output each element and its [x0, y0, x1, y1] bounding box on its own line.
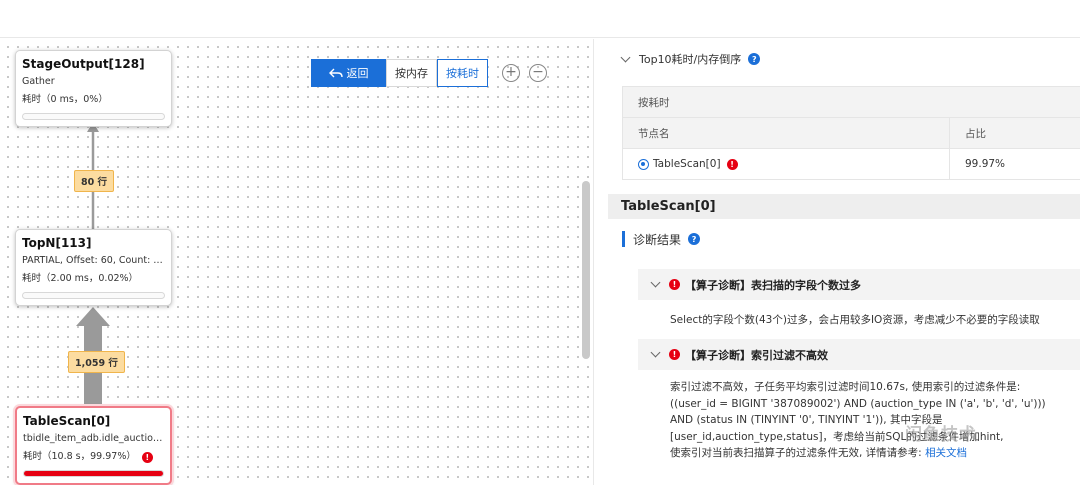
zoom-in-icon[interactable]: + [502, 64, 520, 82]
node-time-text: 耗时（0 ms，0%） [22, 94, 108, 105]
help-icon[interactable]: ? [748, 53, 761, 65]
diagnosis-line: [user_id,auction_type,status]，考虑给当前SQL的过… [670, 430, 1004, 443]
diagnosis-line: AND (status IN (TINYINT '0', TINYINT '1'… [670, 414, 943, 426]
watermark: 闲鱼技术 [905, 425, 977, 445]
diagnosis-item-header[interactable]: ! 【算子诊断】索引过滤不高效 [638, 339, 1080, 370]
diagnosis-title-text: 诊断结果 [633, 232, 682, 247]
diagnosis-line: 索引过滤不高效，子任务平均索引过滤时间10.67s, 使用索引的过滤条件是: [670, 381, 1021, 393]
diagnosis-item-text: 索引过滤不高效，子任务平均索引过滤时间10.67s, 使用索引的过滤条件是: (… [670, 379, 1075, 462]
table-cell-node: TableScan[0] ! [623, 149, 950, 179]
diagnosis-line-text: 使索引对当前表扫描算子的过滤条件无效, 详情请参考: [670, 447, 926, 459]
diagnosis-item-header[interactable]: ! 【算子诊断】表扫描的字段个数过多 [638, 269, 1080, 300]
sort-by-time-button[interactable]: 按耗时 [437, 59, 488, 87]
top10-section-header[interactable]: Top10耗时/内存倒序 ? [620, 51, 761, 67]
node-time: 耗时（0 ms，0%） [22, 93, 165, 107]
node-subtitle: tbidle_item_adb.idle_auctions_... [23, 433, 164, 444]
node-title: TableScan[0] [23, 414, 111, 428]
column-header-node: 节点名 [623, 118, 950, 148]
node-progress-bar [23, 470, 164, 477]
related-docs-link[interactable]: 相关文档 [925, 447, 967, 459]
plan-node-tablescan[interactable]: TableScan[0] tbidle_item_adb.idle_auctio… [15, 406, 172, 485]
top-bar [0, 0, 1080, 38]
detail-title: TableScan[0] [608, 194, 1080, 219]
plan-node-topn[interactable]: TopN[113] PARTIAL, Offset: 60, Count: 20… [15, 229, 172, 306]
node-progress-fill [24, 471, 163, 476]
edge-arrow-head-thick [76, 307, 110, 326]
error-icon: ! [669, 279, 680, 290]
chevron-down-icon[interactable] [650, 277, 661, 288]
edge-label-rows: 80 行 [74, 170, 115, 192]
node-time: 耗时（10.8 s，99.97%）! [23, 450, 164, 464]
node-title: TopN[113] [22, 236, 92, 250]
diagnosis-line: ((user_id = BIGINT '387089002') AND (auc… [670, 397, 1046, 410]
table-group-label: 按耗时 [638, 96, 670, 109]
diagnosis-item-title: 【算子诊断】表扫描的字段个数过多 [685, 278, 861, 292]
sort-by-memory-button[interactable]: 按内存 [386, 59, 437, 87]
diagnosis-section-title: 诊断结果 ? [622, 231, 701, 247]
table-header-row: 节点名 占比 [623, 118, 1080, 149]
zoom-out-icon[interactable]: − [529, 64, 547, 82]
help-icon[interactable]: ? [688, 233, 701, 245]
detail-panel: Top10耗时/内存倒序 ? 按耗时 节点名 占比 TableScan[0] !… [593, 39, 1080, 485]
table-cell-ratio: 99.97% [965, 158, 1006, 170]
node-subtitle: Gather [22, 76, 55, 87]
node-time: 耗时（2.00 ms，0.02%） [22, 272, 165, 286]
node-title: StageOutput[128] [22, 57, 145, 71]
error-icon: ! [726, 158, 738, 170]
edge-label-rows: 1,059 行 [68, 351, 125, 373]
back-button-label: 返回 [346, 67, 369, 80]
view-toolbar: 返回 按内存 按耗时 [311, 59, 488, 87]
node-progress-bar [22, 292, 165, 299]
node-progress-bar [22, 113, 165, 120]
node-subtitle: PARTIAL, Offset: 60, Count: 20... [22, 255, 165, 266]
table-group-row: 按耗时 [623, 87, 1080, 118]
canvas-scrollbar[interactable] [582, 181, 590, 359]
table-row[interactable]: TableScan[0] ! 99.97% [623, 149, 1080, 180]
diagnosis-item-title: 【算子诊断】索引过滤不高效 [685, 348, 828, 362]
top10-title: Top10耗时/内存倒序 [639, 53, 742, 66]
plan-canvas[interactable]: StageOutput[128] Gather 耗时（0 ms，0%） 80 行… [0, 39, 593, 485]
node-time-text: 耗时（2.00 ms，0.02%） [22, 273, 139, 284]
diagnosis-item-text: Select的字段个数(43个)过多，会占用较多IO资源，考虑减少不必要的字段读… [670, 314, 1040, 326]
plan-node-stageoutput[interactable]: StageOutput[128] Gather 耗时（0 ms，0%） [15, 50, 172, 127]
node-name-link[interactable]: TableScan[0] [653, 158, 721, 170]
back-arrow-icon [328, 68, 343, 77]
node-time-text: 耗时（10.8 s，99.97%） [23, 451, 136, 462]
node-icon [638, 158, 649, 170]
chevron-down-icon[interactable] [620, 52, 631, 62]
error-icon[interactable]: ! [141, 451, 153, 463]
top10-table: 按耗时 节点名 占比 TableScan[0] ! 99.97% [622, 86, 1080, 180]
column-header-ratio: 占比 [965, 127, 986, 140]
diagnosis-line: 使索引对当前表扫描算子的过滤条件无效, 详情请参考: 相关文档 [670, 445, 1075, 462]
error-icon: ! [669, 349, 680, 360]
chevron-down-icon[interactable] [650, 347, 661, 358]
back-button[interactable]: 返回 [311, 59, 386, 87]
